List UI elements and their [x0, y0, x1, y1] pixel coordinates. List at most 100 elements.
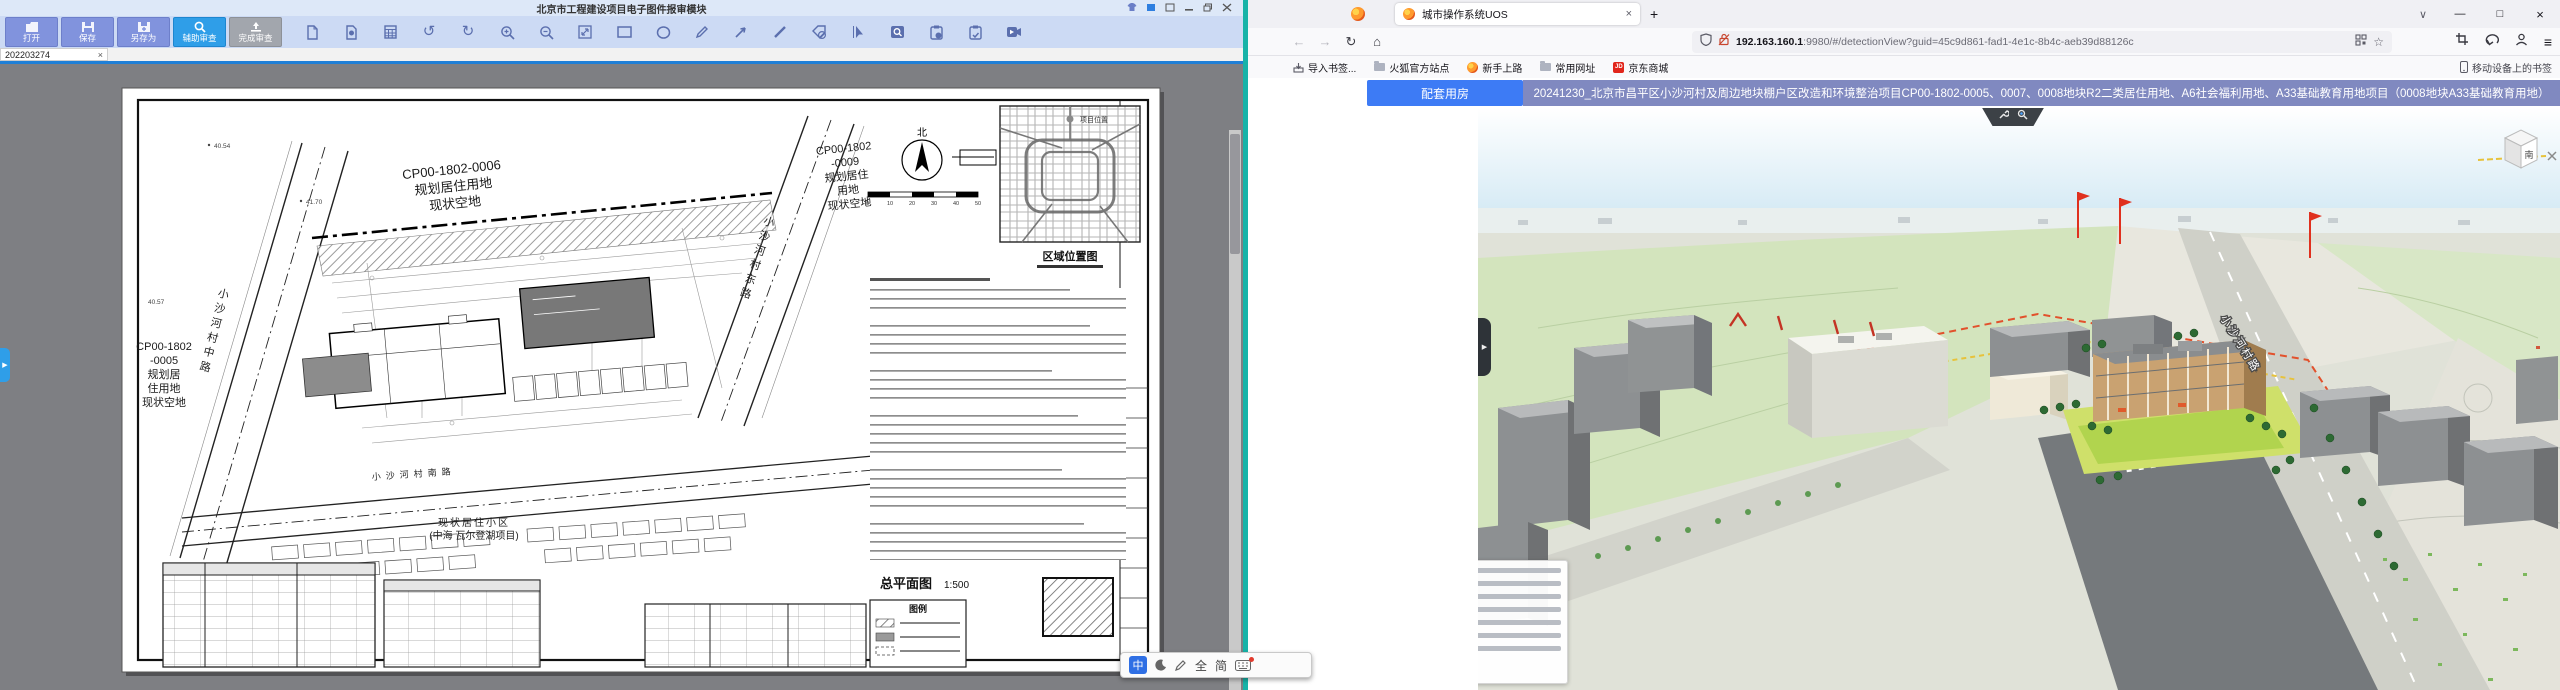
- keyboard-icon[interactable]: [1235, 660, 1251, 671]
- history-back-icon[interactable]: [2485, 33, 2499, 51]
- window-close-button[interactable]: ×: [2520, 7, 2560, 22]
- view-cube-gizmo[interactable]: 南: [2500, 126, 2542, 172]
- browser-nav-bar: ← → ↻ ⌂ 192.163.160.1:9980/#/detectionVi…: [1248, 28, 2560, 56]
- project-banner-title: 20241230_北京市昌平区小沙河村及周边地块棚户区改造和环境整治项目CP00…: [1533, 85, 2549, 101]
- arrow-tool-icon[interactable]: [733, 24, 749, 40]
- tab-title: 城市操作系统UOS: [1422, 7, 1619, 22]
- site-plan-drawing[interactable]: CP00-1802-0006 规划居住用地 现状空地 CP00-1802 -00…: [0, 64, 1243, 690]
- search-view-icon[interactable]: [889, 24, 905, 40]
- url-bar[interactable]: 192.163.160.1:9980/#/detectionView?guid=…: [1692, 31, 2392, 53]
- restore-icon[interactable]: [1202, 2, 1214, 13]
- tab-close-icon[interactable]: ×: [98, 50, 103, 60]
- rectangle-tool-icon[interactable]: [616, 24, 632, 40]
- legend-row[interactable]: [1478, 618, 1561, 627]
- browser-tab[interactable]: 城市操作系统UOS ×: [1395, 3, 1640, 25]
- reload-icon[interactable]: ↻: [1338, 34, 1364, 50]
- stamp-document-icon[interactable]: [343, 24, 359, 40]
- theme-icon[interactable]: [1145, 2, 1157, 13]
- ellipse-tool-icon[interactable]: [655, 24, 671, 40]
- detail-table: [645, 604, 866, 667]
- svg-text:41.70: 41.70: [306, 199, 323, 206]
- save-button[interactable]: 保存: [61, 17, 114, 47]
- tab-close-icon[interactable]: ×: [1626, 8, 1632, 20]
- svg-text:-0005: -0005: [150, 355, 178, 367]
- legend-row[interactable]: [1478, 631, 1561, 640]
- insecure-lock-icon[interactable]: [1718, 33, 1730, 51]
- drawing-viewport[interactable]: CP00-1802-0006 规划居住用地 现状空地 CP00-1802 -00…: [0, 64, 1243, 690]
- bookmark-import[interactable]: 导入书签...: [1293, 60, 1356, 75]
- document-tab[interactable]: 202203274 ×: [0, 48, 108, 61]
- svg-text:现状居住小区: 现状居住小区: [438, 516, 510, 529]
- firefox-view-icon[interactable]: [1345, 4, 1371, 24]
- video-record-icon[interactable]: [1006, 24, 1022, 40]
- forward-icon[interactable]: →: [1312, 34, 1338, 49]
- legend-row[interactable]: [1478, 605, 1561, 614]
- ime-simplified-toggle[interactable]: 简: [1215, 657, 1227, 674]
- ime-fullwidth-toggle[interactable]: 全: [1195, 657, 1207, 674]
- undo-icon[interactable]: ↺: [421, 24, 437, 40]
- stamp-box: [1043, 578, 1113, 636]
- new-tab-button[interactable]: +: [1650, 6, 1658, 22]
- left-app-titlebar[interactable]: 北京市工程建设项目电子图件报审模块: [0, 0, 1243, 16]
- pencil-tool-icon[interactable]: [694, 24, 710, 40]
- home-icon[interactable]: ⌂: [1364, 34, 1390, 49]
- finish-review-button[interactable]: 完成审查: [229, 17, 282, 47]
- panel-collapse-handle[interactable]: ▶: [1478, 318, 1491, 376]
- close-icon[interactable]: [1221, 2, 1233, 13]
- line-tool-icon[interactable]: [772, 24, 788, 40]
- bookmark-star-icon[interactable]: ☆: [2373, 35, 2384, 49]
- screenshot-icon[interactable]: [2455, 32, 2469, 51]
- select-cursor-icon[interactable]: [850, 24, 866, 40]
- moon-icon[interactable]: [1155, 659, 1167, 671]
- fit-view-icon[interactable]: [577, 24, 593, 40]
- city-3d-viewport[interactable]: 小沙河村路 ▶ 南: [1478, 108, 2560, 690]
- qr-code-icon[interactable]: [2355, 33, 2367, 51]
- skin-icon[interactable]: [1126, 2, 1138, 13]
- legend-row[interactable]: [1478, 644, 1561, 653]
- tag-disabled-icon[interactable]: [811, 24, 827, 40]
- ime-language-toggle[interactable]: 中: [1129, 656, 1147, 674]
- tab-list-icon[interactable]: ∨: [2406, 8, 2440, 21]
- svg-text:北: 北: [917, 127, 927, 139]
- window-minimize-button[interactable]: —: [2440, 8, 2480, 20]
- svg-text:30: 30: [931, 201, 937, 207]
- document-icon[interactable]: [304, 24, 320, 40]
- browser-tab-strip: 城市操作系统UOS × + ∨ — □ ×: [1248, 0, 2560, 28]
- account-icon[interactable]: [2515, 33, 2528, 51]
- clipboard-history-icon[interactable]: [928, 24, 944, 40]
- doc-scrollbar-thumb[interactable]: [1230, 134, 1240, 254]
- supporting-housing-button[interactable]: 配套用房: [1367, 80, 1523, 106]
- bookmark-folder-common-sites[interactable]: 常用网址: [1540, 60, 1595, 75]
- legend-row[interactable]: [1478, 592, 1561, 601]
- bookmark-getting-started[interactable]: 新手上路: [1467, 60, 1522, 75]
- redo-icon[interactable]: ↻: [460, 24, 476, 40]
- zoom-out-icon[interactable]: [538, 24, 554, 40]
- mobile-bookmarks[interactable]: 移动设备上的书签: [2460, 60, 2552, 75]
- window-maximize-button[interactable]: □: [2480, 8, 2520, 20]
- layer-legend-panel[interactable]: [1478, 560, 1568, 684]
- legend-row[interactable]: [1478, 579, 1561, 588]
- legend-row[interactable]: [1478, 566, 1561, 575]
- menu-icon[interactable]: ≡: [2544, 34, 2552, 50]
- shield-icon[interactable]: [1700, 33, 1712, 51]
- save-as-button[interactable]: 另存为: [117, 17, 170, 47]
- back-icon[interactable]: ←: [1286, 34, 1312, 49]
- svg-text:住用地: 住用地: [148, 381, 181, 395]
- svg-text:图例: 图例: [909, 603, 927, 614]
- assist-review-button[interactable]: 辅助审查: [173, 17, 226, 47]
- grid-calculator-icon[interactable]: [382, 24, 398, 40]
- folder-icon: [1540, 63, 1551, 71]
- zoom-in-icon[interactable]: [499, 24, 515, 40]
- url-text[interactable]: 192.163.160.1:9980/#/detectionView?guid=…: [1736, 36, 2349, 48]
- panel-expander-arrow-icon[interactable]: ▶: [0, 348, 10, 382]
- svg-text:40.57: 40.57: [148, 299, 165, 306]
- bookmark-jd-mall[interactable]: JD京东商城: [1613, 60, 1668, 75]
- minimize-icon[interactable]: [1183, 2, 1195, 13]
- jd-icon: JD: [1613, 62, 1624, 73]
- maximize-icon[interactable]: [1164, 2, 1176, 13]
- bookmark-folder-firefox-sites[interactable]: 火狐官方站点: [1374, 60, 1449, 75]
- open-button[interactable]: 打开: [5, 17, 58, 47]
- clipboard-check-icon[interactable]: [967, 24, 983, 40]
- legend-box: 图例: [870, 600, 966, 667]
- pen-icon[interactable]: [1175, 659, 1187, 671]
